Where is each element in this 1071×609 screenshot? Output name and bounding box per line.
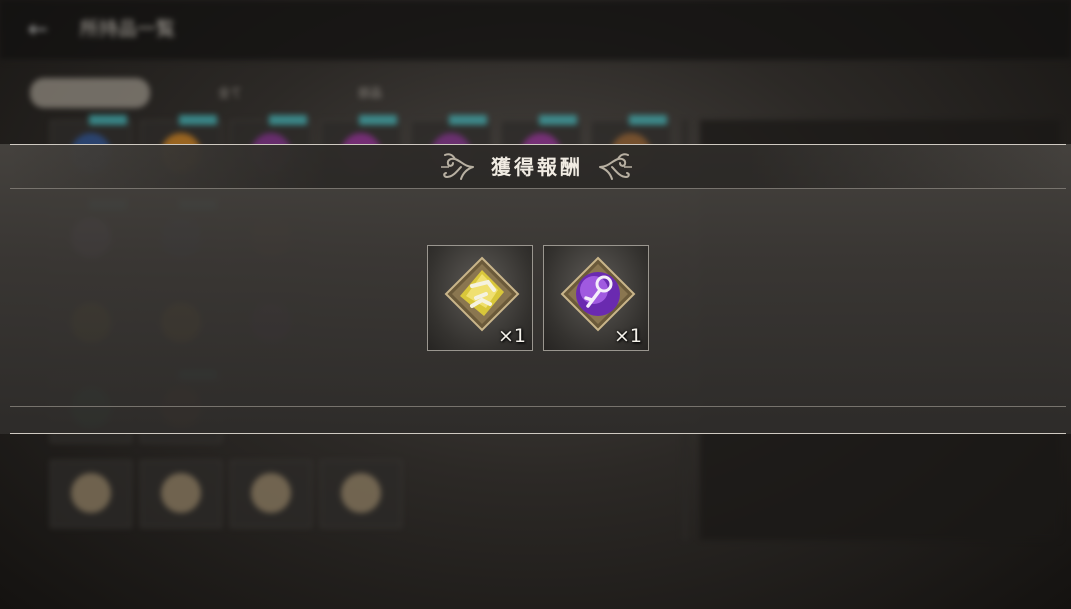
divider-line xyxy=(10,406,1066,407)
tab-parts[interactable]: 部品 xyxy=(310,78,430,108)
tab-all[interactable]: 全て xyxy=(170,78,290,108)
reward-item[interactable]: ×1 xyxy=(543,245,649,351)
reward-item[interactable]: ×1 xyxy=(427,245,533,351)
filigree-ornament-icon xyxy=(441,153,474,180)
inventory-cell[interactable] xyxy=(230,460,312,528)
divider-line xyxy=(10,433,1066,434)
divider-line xyxy=(10,144,1066,145)
category-tabs: 全て 部品 xyxy=(30,78,430,108)
inventory-cell[interactable] xyxy=(50,460,132,528)
purple-crystal-key-icon xyxy=(560,256,636,332)
game-screen: ← 所持品一覧 全て 部品 獲得報酬 ×1 ×1 xyxy=(0,0,1071,609)
gold-crystal-shard-icon xyxy=(444,256,520,332)
dialog-title-group: 獲得報酬 xyxy=(435,147,636,187)
reward-dialog xyxy=(0,144,1071,434)
reward-quantity: ×1 xyxy=(497,325,526,347)
top-bar: ← 所持品一覧 xyxy=(0,0,1071,61)
inventory-cell[interactable] xyxy=(320,460,402,528)
divider-line xyxy=(10,188,1066,189)
reward-quantity: ×1 xyxy=(613,325,642,347)
screen-title: 所持品一覧 xyxy=(80,18,176,40)
filigree-ornament-icon xyxy=(599,153,632,180)
tab-active[interactable] xyxy=(30,78,150,108)
back-arrow-icon[interactable]: ← xyxy=(18,12,58,46)
inventory-cell[interactable] xyxy=(140,460,222,528)
dialog-title: 獲得報酬 xyxy=(491,155,583,179)
